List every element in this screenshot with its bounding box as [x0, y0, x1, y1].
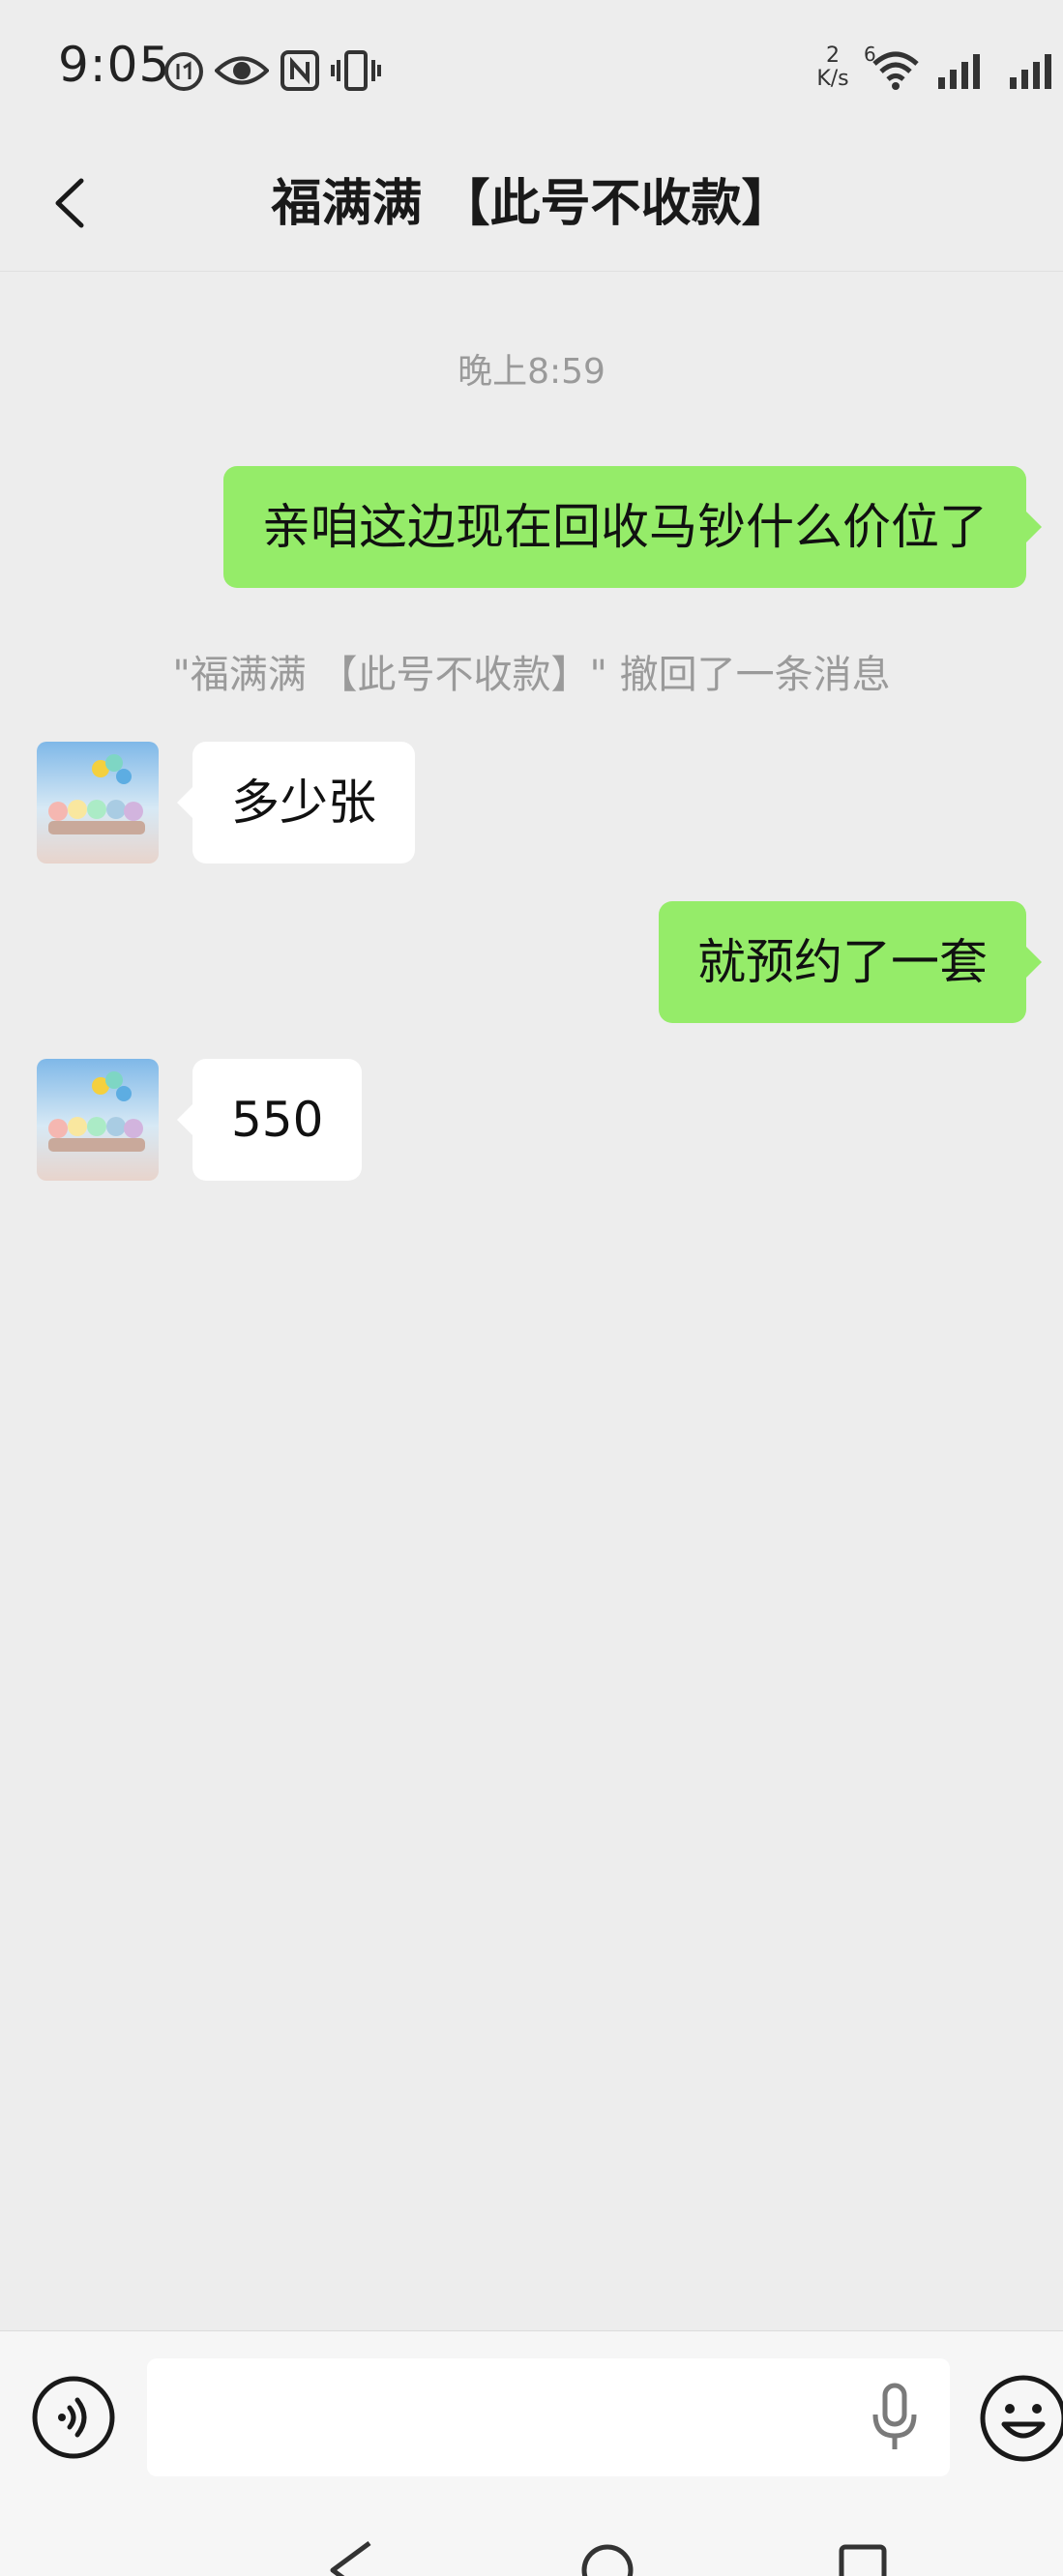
message-text: 就预约了一套: [697, 934, 988, 990]
vibrate-icon: [331, 50, 381, 91]
square-recent-icon[interactable]: [838, 2541, 888, 2576]
signal-icon: [938, 54, 980, 89]
net-speed: 2 K/s: [809, 44, 857, 91]
emoji-button[interactable]: [977, 2372, 1063, 2465]
input-bar: [0, 2330, 1063, 2486]
chat-title[interactable]: 福满满 【此号不收款】: [0, 162, 1063, 235]
system-navigation-bar: [0, 2485, 1063, 2576]
status-time: 9:05: [58, 37, 171, 93]
bubble-tail: [1024, 945, 1042, 980]
triangle-back-icon[interactable]: [327, 2541, 377, 2576]
outgoing-message-bubble[interactable]: 就预约了一套: [659, 901, 1042, 1023]
message-text: 亲咱这边现在回收马钞什么价位了: [262, 499, 988, 555]
voice-icon: [32, 2376, 115, 2459]
incoming-message-bubble[interactable]: 550: [177, 1059, 363, 1181]
avatar-image: [37, 742, 159, 864]
message-text: 多少张: [231, 775, 376, 831]
voice-input-button[interactable]: [866, 2380, 924, 2457]
outgoing-message-bubble[interactable]: 亲咱这边现在回收马钞什么价位了: [223, 466, 1042, 588]
emoji-icon: [980, 2375, 1063, 2462]
contact-avatar[interactable]: [37, 742, 159, 864]
incoming-message-bubble[interactable]: 多少张: [177, 742, 415, 864]
contact-avatar[interactable]: [37, 1059, 159, 1181]
data-saver-icon: [164, 52, 203, 91]
net-speed-value: 2: [826, 44, 840, 68]
recall-notice: "福满满 【此号不收款】" 撤回了一条消息: [172, 653, 891, 697]
signal-icon-sim2: [1010, 54, 1051, 89]
bubble-tail: [1024, 510, 1042, 544]
bubble-tail: [177, 785, 194, 820]
status-bar: 9:05 2 K/s 6: [0, 0, 1063, 135]
chat-header: 福满满 【此号不收款】: [0, 135, 1063, 272]
bubble-tail: [177, 1102, 194, 1137]
nfc-icon: [281, 50, 319, 91]
microphone-icon: [872, 2383, 917, 2449]
message-text: 550: [231, 1092, 324, 1148]
avatar-image: [37, 1059, 159, 1181]
message-input[interactable]: [147, 2358, 950, 2476]
voice-button[interactable]: [31, 2375, 116, 2460]
circle-home-icon[interactable]: [580, 2541, 635, 2576]
net-speed-unit: K/s: [816, 67, 849, 91]
wifi-icon: [872, 51, 919, 90]
eye-icon: [215, 56, 269, 85]
message-timestamp: 晚上8:59: [458, 352, 605, 392]
